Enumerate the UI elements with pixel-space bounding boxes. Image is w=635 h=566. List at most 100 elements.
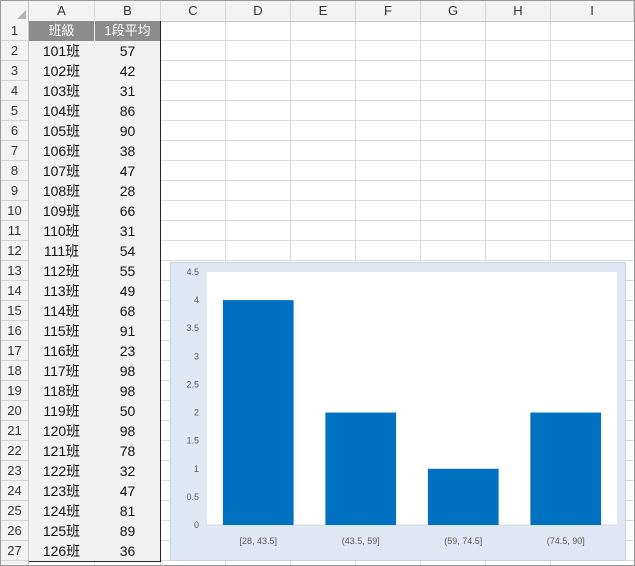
column-header-a[interactable]: A [29, 1, 95, 21]
row-header-9[interactable]: 9 [1, 181, 28, 201]
cell-average[interactable]: 31 [95, 81, 160, 101]
cell-class-name[interactable]: 110班 [29, 221, 94, 241]
select-all-corner[interactable] [1, 1, 29, 21]
cell-average[interactable]: 36 [95, 541, 160, 561]
row-header-22[interactable]: 22 [1, 441, 28, 461]
row-header-7[interactable]: 7 [1, 141, 28, 161]
cell-average[interactable]: 23 [95, 341, 160, 361]
cell-average[interactable]: 31 [95, 221, 160, 241]
cell-average[interactable]: 98 [95, 421, 160, 441]
cell-average[interactable]: 66 [95, 201, 160, 221]
row-header-18[interactable]: 18 [1, 361, 28, 381]
header-class[interactable]: 班級 [29, 21, 94, 41]
cell-average[interactable]: 50 [95, 401, 160, 421]
row-header-5[interactable]: 5 [1, 101, 28, 121]
row-header-14[interactable]: 14 [1, 281, 28, 301]
cell-class-name[interactable]: 115班 [29, 321, 94, 341]
cell-class-name[interactable]: 113班 [29, 281, 94, 301]
cell-average[interactable]: 47 [95, 481, 160, 501]
row-header-10[interactable]: 10 [1, 201, 28, 221]
cell-class-name[interactable]: 117班 [29, 361, 94, 381]
select-all-triangle-icon [17, 10, 26, 19]
spreadsheet: ABCDEFGHI 1 2 3 4 5 6 7 8 9 10 11 12 13 14 15 16 17 18 19 2… [0, 0, 635, 566]
bar[interactable] [325, 412, 397, 525]
column-header-b[interactable]: B [95, 1, 161, 21]
row-header-27[interactable]: 27 [1, 541, 28, 561]
cell-average[interactable]: 28 [95, 181, 160, 201]
cell-average[interactable]: 68 [95, 301, 160, 321]
cell-average[interactable]: 90 [95, 121, 160, 141]
cell-average[interactable]: 98 [95, 361, 160, 381]
histogram-chart[interactable]: 0 0.5 1 1.5 2 2.5 3 3.5 4 4.5 [28, 43.5] (43.5, 59]… [170, 262, 626, 561]
cell-class-name[interactable]: 116班 [29, 341, 94, 361]
cell-class-name[interactable]: 106班 [29, 141, 94, 161]
cell-average[interactable]: 49 [95, 281, 160, 301]
cell-class-name[interactable]: 119班 [29, 401, 94, 421]
y-tick-label: 1 [194, 464, 199, 474]
cell-class-name[interactable]: 107班 [29, 161, 94, 181]
cell-average[interactable]: 98 [95, 381, 160, 401]
cell-average[interactable]: 81 [95, 501, 160, 521]
row-header-4[interactable]: 4 [1, 81, 28, 101]
cell-average[interactable]: 91 [95, 321, 160, 341]
row-header-13[interactable]: 13 [1, 261, 28, 281]
row-header-11[interactable]: 11 [1, 221, 28, 241]
column-header-d[interactable]: D [226, 1, 291, 21]
cell-average[interactable]: 54 [95, 241, 160, 261]
bar[interactable] [530, 412, 602, 525]
cell-class-name[interactable]: 111班 [29, 241, 94, 261]
row-header-8[interactable]: 8 [1, 161, 28, 181]
cell-class-name[interactable]: 123班 [29, 481, 94, 501]
row-header-12[interactable]: 12 [1, 241, 28, 261]
row-header-1[interactable]: 1 [1, 21, 28, 41]
row-header-6[interactable]: 6 [1, 121, 28, 141]
cell-class-name[interactable]: 114班 [29, 301, 94, 321]
column-header-e[interactable]: E [291, 1, 356, 21]
header-average[interactable]: 1段平均 [95, 21, 160, 41]
row-header-26[interactable]: 26 [1, 521, 28, 541]
column-header-g[interactable]: G [421, 1, 486, 21]
cell-class-name[interactable]: 126班 [29, 541, 94, 561]
row-header-2[interactable]: 2 [1, 41, 28, 61]
cell-class-name[interactable]: 120班 [29, 421, 94, 441]
row-header-21[interactable]: 21 [1, 421, 28, 441]
cell-class-name[interactable]: 125班 [29, 521, 94, 541]
cell-class-name[interactable]: 105班 [29, 121, 94, 141]
column-header-i[interactable]: I [551, 1, 634, 21]
cell-class-name[interactable]: 108班 [29, 181, 94, 201]
column-header-h[interactable]: H [486, 1, 551, 21]
cell-class-name[interactable]: 102班 [29, 61, 94, 81]
cell-average[interactable]: 55 [95, 261, 160, 281]
row-header-25[interactable]: 25 [1, 501, 28, 521]
cell-average[interactable]: 32 [95, 461, 160, 481]
cell-class-name[interactable]: 122班 [29, 461, 94, 481]
row-header-15[interactable]: 15 [1, 301, 28, 321]
bar[interactable] [222, 300, 294, 525]
row-header-24[interactable]: 24 [1, 481, 28, 501]
cell-class-name[interactable]: 121班 [29, 441, 94, 461]
cell-class-name[interactable]: 109班 [29, 201, 94, 221]
cell-average[interactable]: 78 [95, 441, 160, 461]
cell-average[interactable]: 38 [95, 141, 160, 161]
cell-average[interactable]: 42 [95, 61, 160, 81]
cell-average[interactable]: 86 [95, 101, 160, 121]
cell-class-name[interactable]: 103班 [29, 81, 94, 101]
cell-class-name[interactable]: 124班 [29, 501, 94, 521]
row-header-19[interactable]: 19 [1, 381, 28, 401]
cell-class-name[interactable]: 101班 [29, 41, 94, 61]
column-header-f[interactable]: F [356, 1, 421, 21]
row-header-23[interactable]: 23 [1, 461, 28, 481]
row-header-17[interactable]: 17 [1, 341, 28, 361]
cell-class-name[interactable]: 104班 [29, 101, 94, 121]
bar[interactable] [427, 468, 499, 525]
row-header-16[interactable]: 16 [1, 321, 28, 341]
row-header-20[interactable]: 20 [1, 401, 28, 421]
cell-class-name[interactable]: 118班 [29, 381, 94, 401]
cell-average[interactable]: 89 [95, 521, 160, 541]
row-header-3[interactable]: 3 [1, 61, 28, 81]
cell-average[interactable]: 47 [95, 161, 160, 181]
y-tick-label: 0.5 [186, 492, 199, 502]
column-header-c[interactable]: C [161, 1, 226, 21]
cell-average[interactable]: 57 [95, 41, 160, 61]
cell-class-name[interactable]: 112班 [29, 261, 94, 281]
